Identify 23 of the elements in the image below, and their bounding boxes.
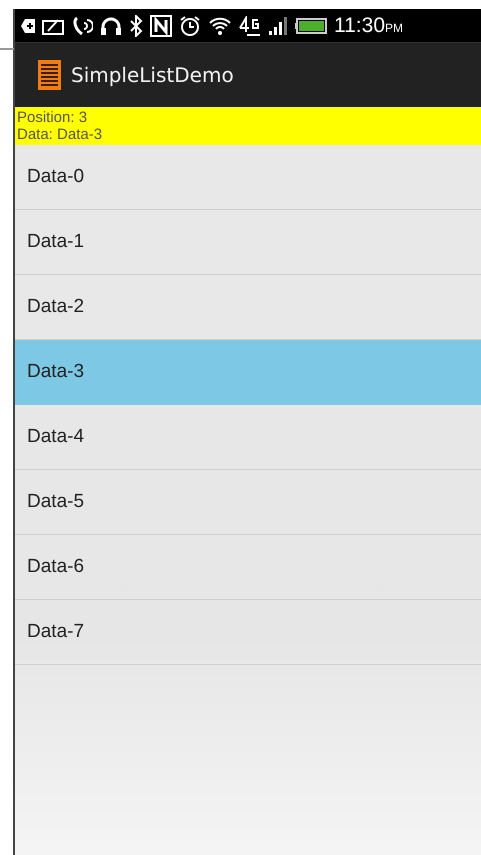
list-item[interactable]: Data-6 xyxy=(15,535,481,600)
list-item[interactable]: Data-7 xyxy=(15,600,481,665)
network-icon xyxy=(239,16,261,36)
headphones-icon xyxy=(100,16,122,36)
phone-icon xyxy=(71,14,93,36)
data-text: Data: Data-3 xyxy=(17,126,104,143)
plus-icon xyxy=(21,18,35,32)
clock-time: 11:30PM xyxy=(334,12,403,39)
bluetooth-icon xyxy=(129,14,143,36)
note-icon xyxy=(42,16,64,34)
battery-icon xyxy=(295,18,327,34)
list-item[interactable]: Data-5 xyxy=(15,470,481,535)
nfc-icon xyxy=(150,14,172,36)
list-item[interactable]: Data-1 xyxy=(15,210,481,275)
wifi-icon xyxy=(208,16,232,36)
position-text: Position: 3 xyxy=(17,109,88,126)
list-item[interactable]: Data-3 xyxy=(15,340,481,405)
alarm-icon xyxy=(179,14,201,36)
app-icon xyxy=(38,60,61,90)
app-title: SimpleListDemo xyxy=(71,62,234,89)
list-item[interactable]: Data-4 xyxy=(15,405,481,470)
list-item[interactable]: Data-0 xyxy=(15,145,481,210)
signal-icon xyxy=(268,16,288,34)
